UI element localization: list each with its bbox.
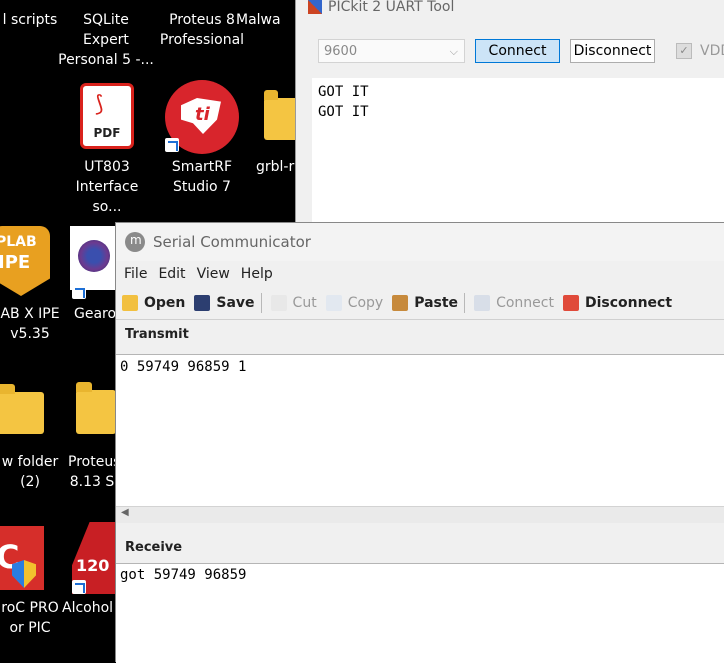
desktop-icon-sqlite-expert[interactable]: SQLite Expert Personal 5 -... [58,10,154,70]
serial-disconnect-label: Disconnect [584,295,673,311]
menu-file[interactable]: File [124,266,147,282]
desktop-icon-smartrf-studio[interactable]: SmartRF Studio 7 [154,157,250,197]
shortcut-arrow-icon [165,138,179,152]
desktop-icon-grbl[interactable]: grbl-r [256,157,296,177]
plug-connect-icon [474,295,491,311]
serial-connect-label: Connect [496,295,554,311]
output-line: GOT IT [318,84,369,100]
serial-app-icon [125,232,145,252]
vdd-checkbox[interactable]: ✓ VDD [676,43,724,59]
pickit-window-title: PICkit 2 UART Tool [328,0,455,15]
pickit-app-icon [308,0,322,14]
transmit-horizontal-scrollbar[interactable]: ◀ [116,506,724,523]
save-label: Save [216,295,255,311]
cut-label: Cut [292,295,317,311]
desktop-icon-malwarebytes[interactable]: Malwa [236,10,296,30]
desktop-icon-ut803[interactable]: UT803 Interface so... [59,157,155,217]
transmit-textbox[interactable]: 0 59749 96859 1 [116,354,724,506]
folder-icon [264,90,298,140]
receive-textbox[interactable]: got 59749 96859 [116,563,724,663]
output-line: GOT IT [318,104,369,120]
pickit-title-bar: PICkit 2 UART Tool [308,0,454,18]
desktop-icon-new-folder-2[interactable]: w folder (2) [0,452,78,492]
cut-button[interactable]: Cut [270,295,317,311]
mikroc-icon: C [0,526,44,590]
serial-communicator-window: Serial Communicator File Edit View Help … [115,222,724,663]
receive-header: Receive [125,540,183,555]
desktop-icon-proteus-813[interactable]: Proteus 8.13 S [68,452,120,492]
menu-help[interactable]: Help [241,266,273,282]
shield-icon [12,560,36,588]
checkmark-icon: ✓ [676,43,692,59]
folder-icon [0,384,44,434]
open-folder-icon [122,295,138,311]
connect-button[interactable]: Connect [475,39,560,63]
copy-button[interactable]: Copy [325,295,384,311]
serial-title-bar: Serial Communicator [116,223,724,261]
paste-label: Paste [414,295,459,311]
receive-text: got 59749 96859 [120,567,247,583]
toolbar-separator [260,293,262,313]
pdf-badge-text: PDF [93,126,121,140]
alcohol-badge-text: 120 [76,556,110,575]
scroll-left-icon[interactable]: ◀ [121,507,129,518]
pickit-uart-window: PICkit 2 UART Tool 9600 ⌵ Connect Discon… [295,0,724,226]
transmit-header: Transmit [125,327,189,342]
desktop-icon-mplab-ipe[interactable]: AB X IPE v5.35 [0,304,78,344]
plab-badge-text: PLAB [0,234,37,250]
serial-connect-button[interactable]: Connect [474,295,554,311]
copy-icon [325,295,342,311]
transmit-text: 0 59749 96859 1 [120,359,247,375]
open-label: Open [144,295,186,311]
baud-rate-value: 9600 [324,44,358,59]
mplab-ipe-icon: PLAB IPE [0,226,50,296]
folder-icon [76,382,116,434]
open-button[interactable]: Open [122,295,185,311]
gear-icon [70,226,118,290]
plug-disconnect-icon [562,295,579,311]
shortcut-arrow-icon [72,580,86,594]
pdf-icon: ⟆ PDF [80,83,134,149]
baud-rate-select[interactable]: 9600 ⌵ [318,39,465,63]
desktop-icon-alcohol[interactable]: Alcohol [62,598,116,618]
disconnect-button[interactable]: Disconnect [570,39,655,63]
chevron-down-icon: ⌵ [449,45,458,58]
serial-disconnect-button[interactable]: Disconnect [562,295,673,311]
paste-button[interactable]: Paste [392,295,458,311]
pickit-output-area[interactable]: GOT IT GOT IT [312,78,724,226]
toolbar: Open Save Cut Copy Paste Connect Disconn… [116,287,724,320]
ipe-badge-text: IPE [0,252,31,273]
scissors-icon [270,295,287,311]
clipboard-icon [392,295,409,311]
desktop-icon-gearotic[interactable]: Gearo [74,304,116,324]
menu-view[interactable]: View [197,266,230,282]
save-disk-icon [194,295,211,311]
menu-bar: File Edit View Help [116,261,724,287]
shortcut-arrow-icon [72,285,86,299]
vdd-label: VDD [700,43,724,59]
serial-window-title: Serial Communicator [153,233,311,251]
copy-label: Copy [347,295,384,311]
toolbar-separator [464,293,466,313]
save-button[interactable]: Save [194,295,255,311]
menu-edit[interactable]: Edit [158,266,185,282]
